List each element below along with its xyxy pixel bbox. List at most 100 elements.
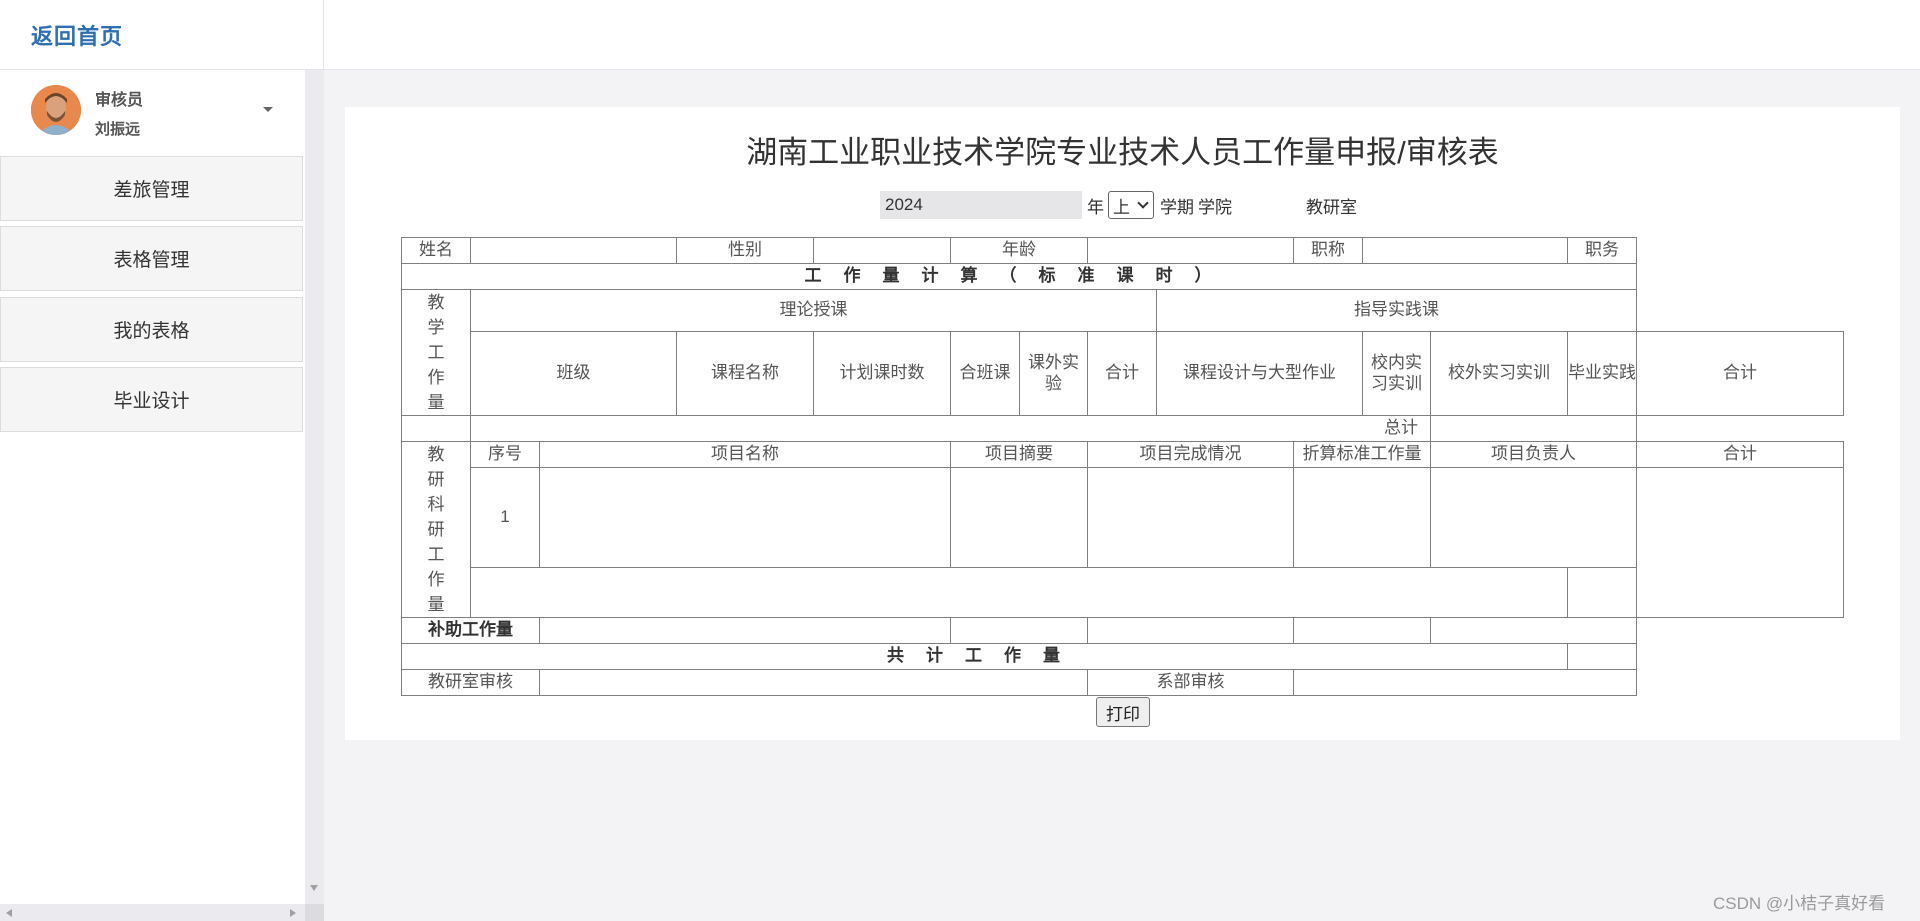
col-seq: 序号 bbox=[470, 441, 540, 468]
col-converted: 折算标准工作量 bbox=[1293, 441, 1431, 468]
teaching-label: 教学工作量 bbox=[401, 289, 471, 416]
gender-value[interactable] bbox=[813, 237, 951, 264]
home-link[interactable]: 返回首页 bbox=[31, 19, 123, 51]
scroll-down-icon[interactable] bbox=[310, 885, 318, 891]
research-subtotal-value[interactable] bbox=[1636, 467, 1844, 618]
grand-total-label: 共计工作量 bbox=[401, 643, 1568, 670]
sidebar-item-graduation-design[interactable]: 毕业设计 bbox=[0, 367, 303, 432]
col-merged: 合班课 bbox=[950, 331, 1020, 416]
dept-review-value[interactable] bbox=[1293, 669, 1637, 696]
col-extra-exp: 课外实验 bbox=[1019, 331, 1088, 416]
position-label: 职务 bbox=[1567, 237, 1637, 264]
calc-header: 工作量计算（标准课时） bbox=[401, 263, 1637, 290]
col-project-completion: 项目完成情况 bbox=[1087, 441, 1294, 468]
research-seq-1: 1 bbox=[470, 467, 540, 568]
aux-cell-5[interactable] bbox=[1430, 617, 1637, 644]
title-label: 职称 bbox=[1293, 237, 1363, 264]
total-value[interactable] bbox=[1430, 415, 1637, 442]
table-row-teaching-groups: 教学工作量 理论授课 指导实践课 bbox=[401, 289, 1844, 416]
scroll-corner bbox=[305, 904, 324, 921]
watermark: CSDN @小桔子真好看 bbox=[1713, 894, 1886, 913]
table-row-teaching-cols: 班级 课程名称 计划课时数 合班课 课外实验 合计 课程设计与大型作业 校内实习… bbox=[402, 331, 1844, 416]
aux-cell-1[interactable] bbox=[539, 617, 951, 644]
age-value[interactable] bbox=[1087, 237, 1294, 264]
col-research-subtotal: 合计 bbox=[1636, 441, 1844, 468]
semester-selected: 上 bbox=[1113, 197, 1130, 217]
aux-cell-2[interactable] bbox=[950, 617, 1088, 644]
research-completion-1[interactable] bbox=[1087, 467, 1294, 568]
sidebar-item-my-forms[interactable]: 我的表格 bbox=[0, 297, 303, 362]
total-row-blank bbox=[401, 415, 471, 442]
grand-total-value[interactable] bbox=[1567, 643, 1637, 670]
research-label: 教研科研工作量 bbox=[401, 441, 471, 618]
research-converted-1[interactable] bbox=[1293, 467, 1431, 568]
print-button[interactable]: 打印 bbox=[1096, 697, 1150, 727]
office-review-value[interactable] bbox=[539, 669, 1088, 696]
table-row-basic-info: 姓名 性别 年龄 职称 职务 bbox=[401, 237, 1844, 264]
sidebar-item-travel[interactable]: 差旅管理 bbox=[0, 156, 303, 221]
dept-review-label: 系部审核 bbox=[1087, 669, 1294, 696]
avatar-image bbox=[31, 85, 81, 135]
col-design: 课程设计与大型作业 bbox=[1156, 331, 1363, 416]
age-label: 年龄 bbox=[950, 237, 1088, 264]
col-in-school: 校内实习实训 bbox=[1362, 331, 1431, 416]
research-name-1[interactable] bbox=[539, 467, 951, 568]
col-project-leader: 项目负责人 bbox=[1430, 441, 1637, 468]
table-row-total: 总计 bbox=[401, 415, 1844, 442]
col-out-school: 校外实习实训 bbox=[1430, 331, 1568, 416]
table-row-research-cols: 教研科研工作量 序号 项目名称 项目摘要 项目完成情况 折算标准工作量 项目负责… bbox=[401, 441, 1844, 618]
home-link-area: 返回首页 bbox=[0, 0, 324, 70]
col-graduation: 毕业实践 bbox=[1567, 331, 1637, 416]
workload-table: 姓名 性别 年龄 职称 职务 工作量计算（标准课时） 教学工作量 理论授课 指导… bbox=[401, 237, 1844, 696]
avatar bbox=[31, 85, 81, 135]
aux-label: 补助工作量 bbox=[401, 617, 540, 644]
year-input[interactable] bbox=[880, 191, 1082, 219]
sidebar-horizontal-scrollbar[interactable] bbox=[0, 904, 305, 921]
theory-header: 理论授课 bbox=[470, 289, 1157, 332]
user-role: 审核员 bbox=[95, 92, 144, 109]
user-panel[interactable]: 审核员 刘振远 bbox=[0, 70, 305, 155]
scroll-right-icon[interactable] bbox=[290, 909, 296, 917]
aux-cell-4[interactable] bbox=[1293, 617, 1431, 644]
practice-header: 指导实践课 bbox=[1156, 289, 1637, 332]
sidebar-scrollbar[interactable] bbox=[305, 70, 324, 921]
research-summary-1[interactable] bbox=[950, 467, 1088, 568]
chevron-down-icon[interactable] bbox=[263, 107, 273, 112]
name-label: 姓名 bbox=[401, 237, 471, 264]
col-subtotal: 合计 bbox=[1087, 331, 1157, 416]
col-class: 班级 bbox=[470, 331, 677, 416]
aux-cell-3[interactable] bbox=[1087, 617, 1294, 644]
col-project-name: 项目名称 bbox=[539, 441, 951, 468]
col-course: 课程名称 bbox=[676, 331, 814, 416]
research-leader-1[interactable] bbox=[1430, 467, 1637, 568]
semester-select[interactable]: 上 bbox=[1108, 191, 1154, 219]
form-meta-row: 年 上 学期 学院 教研室 bbox=[880, 190, 1357, 220]
table-row-calc-header: 工作量计算（标准课时） bbox=[401, 263, 1844, 290]
title-value[interactable] bbox=[1362, 237, 1568, 264]
top-bar: 返回首页 bbox=[0, 0, 1920, 70]
semester-suffix: 学期 bbox=[1160, 197, 1194, 217]
col-subtotal2: 合计 bbox=[1636, 331, 1844, 416]
table-row-aux: 补助工作量 bbox=[401, 617, 1844, 644]
user-name: 刘振远 bbox=[95, 121, 141, 138]
table-row-research-blank bbox=[402, 567, 1844, 618]
office-label: 教研室 bbox=[1306, 197, 1357, 217]
col-planned-hours: 计划课时数 bbox=[813, 331, 951, 416]
chevron-down-icon bbox=[1137, 197, 1149, 209]
office-review-label: 教研室审核 bbox=[401, 669, 540, 696]
sidebar-item-forms[interactable]: 表格管理 bbox=[0, 226, 303, 291]
form-card: 湖南工业职业技术学院专业技术人员工作量申报/审核表 年 上 学期 学院 教研室 … bbox=[345, 107, 1900, 740]
sidebar: 审核员 刘振远 差旅管理 表格管理 我的表格 毕业设计 bbox=[0, 70, 305, 921]
table-row-grand-total: 共计工作量 bbox=[401, 643, 1844, 670]
table-row-review: 教研室审核 系部审核 bbox=[401, 669, 1844, 696]
table-row-research-1: 1 bbox=[402, 467, 1844, 618]
research-blank-cell bbox=[470, 567, 1568, 618]
total-label: 总计 bbox=[470, 415, 1431, 442]
year-suffix: 年 bbox=[1087, 197, 1104, 217]
scroll-left-icon[interactable] bbox=[6, 909, 12, 917]
form-title: 湖南工业职业技术学院专业技术人员工作量申报/审核表 bbox=[746, 135, 1499, 170]
gender-label: 性别 bbox=[676, 237, 814, 264]
school-label: 学院 bbox=[1198, 197, 1232, 217]
name-value[interactable] bbox=[470, 237, 677, 264]
col-project-summary: 项目摘要 bbox=[950, 441, 1088, 468]
